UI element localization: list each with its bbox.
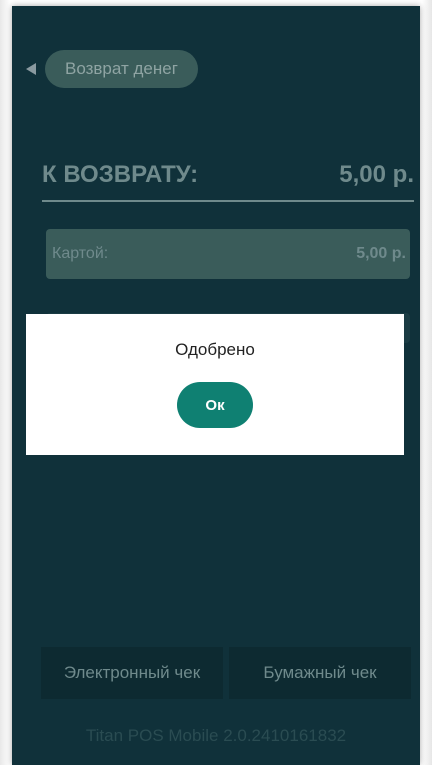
refund-label: К ВОЗВРАТУ: [42,161,199,188]
receipt-buttons: Электронный чек Бумажный чек [41,647,411,699]
back-arrow-icon[interactable] [26,63,36,75]
payment-amount: 5,00 р. [356,245,406,262]
payment-row-card[interactable]: Картой: 5,00 р. [46,229,410,279]
refund-total-row: К ВОЗВРАТУ: 5,00 р. [42,161,414,189]
approval-dialog: Одобрено Ок [26,314,404,455]
dialog-message: Одобрено [175,340,255,359]
paper-receipt-button[interactable]: Бумажный чек [229,647,411,699]
back-navigation[interactable]: Возврат денег [26,49,198,89]
app-version: Titan POS Mobile 2.0.2410161832 [85,726,347,745]
back-button[interactable]: Возврат денег [45,50,198,88]
device-frame: Возврат денег К ВОЗВРАТУ: 5,00 р. Картой… [0,0,432,765]
payment-method-label: Картой: [52,245,109,262]
refund-amount: 5,00 р. [339,161,414,188]
ok-button[interactable]: Ок [177,382,253,428]
divider [42,200,414,202]
electronic-receipt-button[interactable]: Электронный чек [41,647,223,699]
